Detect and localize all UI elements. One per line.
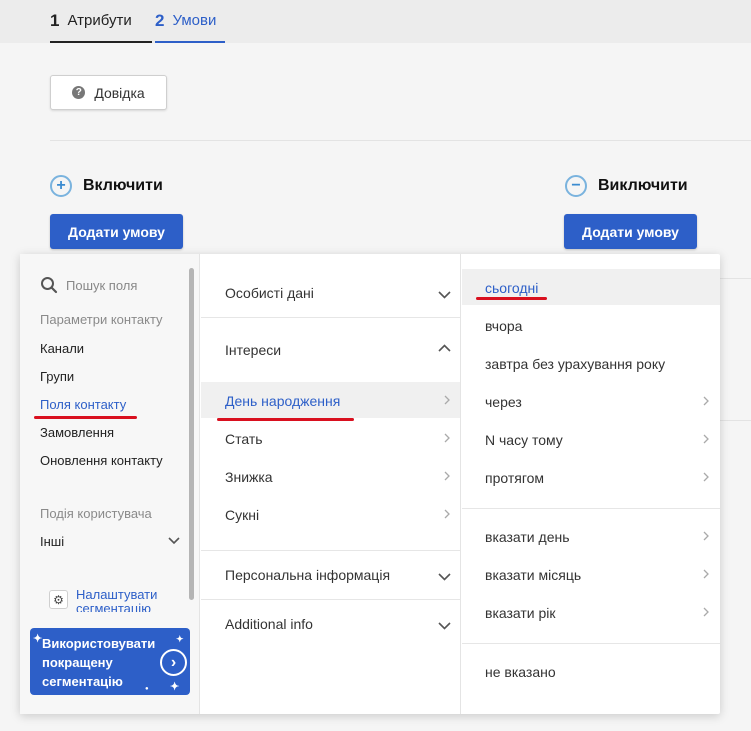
advanced-segmentation-banner[interactable]: Використовувати покращену сегментацію › … bbox=[30, 628, 190, 695]
chevron-right-icon bbox=[444, 395, 450, 405]
value-item-n-time-ago[interactable]: N часу тому bbox=[485, 432, 563, 448]
section-personal-info[interactable]: Персональна інформація bbox=[225, 567, 390, 583]
divider bbox=[50, 140, 751, 141]
exclude-header: − Виключити bbox=[565, 175, 688, 197]
value-item-during[interactable]: протягом bbox=[485, 470, 544, 486]
section-personal-data[interactable]: Особисті дані bbox=[225, 285, 314, 301]
question-icon: ? bbox=[72, 86, 86, 99]
field-item-contact-fields[interactable]: Поля контакту bbox=[40, 397, 126, 412]
highlight-underline bbox=[476, 297, 547, 300]
include-header: + Включити bbox=[50, 175, 163, 197]
include-title: Включити bbox=[83, 177, 163, 194]
search-placeholder: Пошук поля bbox=[66, 277, 138, 293]
field-item-groups[interactable]: Групи bbox=[40, 369, 74, 384]
tab-number: 1 bbox=[50, 10, 60, 30]
chevron-right-icon bbox=[703, 531, 709, 541]
field-item-orders[interactable]: Замовлення bbox=[40, 425, 114, 440]
field-item-other[interactable]: Інші bbox=[40, 534, 64, 549]
sparkle-icon: ✦ bbox=[176, 634, 184, 644]
chevron-right-icon bbox=[703, 396, 709, 406]
chevron-right-icon bbox=[703, 569, 709, 579]
group-title-contact-params: Параметри контакту bbox=[40, 312, 163, 327]
category-item-dresses[interactable]: Сукні bbox=[225, 507, 259, 523]
section-interests[interactable]: Інтереси bbox=[225, 342, 281, 358]
group-title-user-event: Подія користувача bbox=[40, 506, 152, 521]
tab-number: 2 bbox=[155, 10, 165, 30]
tab-attributes[interactable]: 1 Атрибути bbox=[50, 0, 152, 43]
chevron-down-icon[interactable] bbox=[168, 537, 180, 545]
category-menu: Особисті дані Інтереси День народження С… bbox=[201, 254, 461, 714]
category-item-gender[interactable]: Стать bbox=[225, 431, 263, 447]
field-item-channels[interactable]: Канали bbox=[40, 341, 84, 356]
chevron-right-icon bbox=[444, 509, 450, 519]
minus-icon[interactable]: − bbox=[565, 175, 587, 197]
highlight-underline bbox=[217, 418, 354, 421]
help-button-label: Довідка bbox=[94, 84, 145, 101]
value-item-specify-day[interactable]: вказати день bbox=[485, 529, 570, 545]
chevron-right-icon bbox=[703, 434, 709, 444]
chevron-down-icon[interactable] bbox=[438, 622, 451, 630]
chevron-right-icon bbox=[703, 607, 709, 617]
value-item-not-specified[interactable]: не вказано bbox=[485, 664, 556, 680]
divider bbox=[462, 643, 720, 644]
chevron-right-icon bbox=[444, 433, 450, 443]
promo-text: Використовувати покращену сегментацію bbox=[42, 636, 156, 689]
category-item-discount[interactable]: Знижка bbox=[225, 469, 273, 485]
value-item-specify-month[interactable]: вказати місяць bbox=[485, 567, 581, 583]
search-icon bbox=[41, 277, 58, 294]
chevron-right-icon bbox=[444, 471, 450, 481]
divider bbox=[201, 550, 460, 551]
tab-conditions[interactable]: 2 Умови bbox=[155, 0, 225, 43]
field-menu: Пошук поля Параметри контакту Канали Гру… bbox=[20, 254, 200, 714]
settings-link[interactable]: ⚙ Налаштувати сегментацію bbox=[49, 588, 176, 612]
sparkle-icon: ● bbox=[145, 686, 149, 692]
chevron-right-icon bbox=[703, 472, 709, 482]
value-item-yesterday[interactable]: вчора bbox=[485, 318, 522, 334]
chevron-up-icon[interactable] bbox=[438, 344, 451, 352]
add-include-condition-button[interactable]: Додати умову bbox=[50, 214, 183, 249]
value-menu: сьогодні вчора завтра без урахування рок… bbox=[462, 254, 720, 714]
section-additional-info[interactable]: Additional info bbox=[225, 616, 313, 632]
exclude-title: Виключити bbox=[598, 177, 688, 194]
settings-link-label: Налаштувати сегментацію bbox=[76, 588, 158, 612]
condition-dropdown: Пошук поля Параметри контакту Канали Гру… bbox=[20, 254, 720, 714]
scrollbar[interactable] bbox=[189, 268, 194, 600]
chevron-down-icon[interactable] bbox=[438, 573, 451, 581]
value-item-today[interactable]: сьогодні bbox=[485, 280, 538, 296]
divider bbox=[201, 599, 460, 600]
value-item-specify-year[interactable]: вказати рік bbox=[485, 605, 556, 621]
value-item-in[interactable]: через bbox=[485, 394, 522, 410]
divider bbox=[462, 508, 720, 509]
search-field[interactable]: Пошук поля bbox=[40, 276, 137, 294]
help-button[interactable]: ? Довідка bbox=[50, 75, 167, 110]
sparkle-icon: ✦ bbox=[33, 633, 43, 645]
field-item-contact-update[interactable]: Оновлення контакту bbox=[40, 453, 163, 468]
divider bbox=[720, 420, 751, 421]
tabs-bar: 1 Атрибути 2 Умови bbox=[0, 0, 751, 43]
plus-icon[interactable]: + bbox=[50, 175, 72, 197]
divider bbox=[720, 278, 751, 279]
highlight-underline bbox=[34, 416, 137, 419]
tab-label: Атрибути bbox=[67, 12, 132, 29]
chevron-down-icon[interactable] bbox=[438, 291, 451, 299]
sparkle-icon: ✦ bbox=[170, 681, 180, 693]
gear-icon: ⚙ bbox=[49, 590, 68, 609]
divider bbox=[201, 317, 460, 318]
tab-label: Умови bbox=[172, 12, 217, 29]
category-item-birthday[interactable]: День народження bbox=[225, 393, 340, 409]
add-exclude-condition-button[interactable]: Додати умову bbox=[564, 214, 697, 249]
value-item-tomorrow[interactable]: завтра без урахування року bbox=[485, 356, 665, 372]
arrow-right-icon[interactable]: › bbox=[160, 649, 187, 676]
